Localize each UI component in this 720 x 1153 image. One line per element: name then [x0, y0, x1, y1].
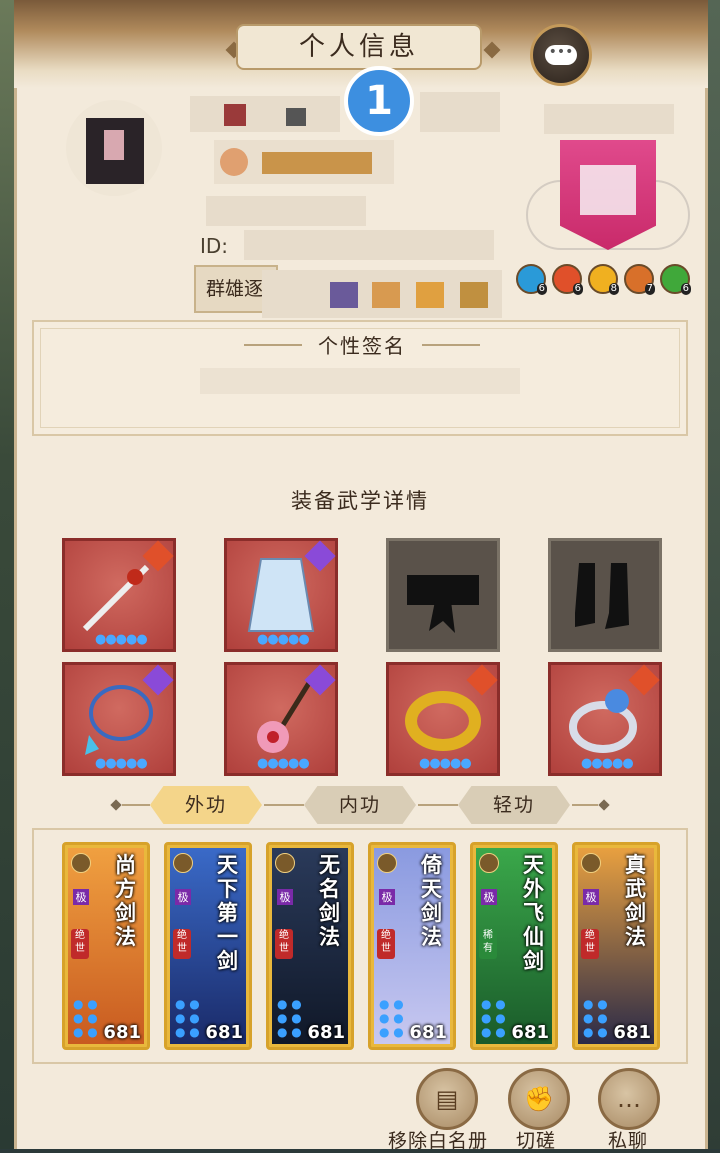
skill-card[interactable]: 极 绝世 无名剑法 ● ● ● ● ● ● 681 — [266, 842, 354, 1050]
emblem-symbol-icon — [580, 165, 636, 215]
wood-orb-icon: 6 — [660, 264, 691, 295]
skill-rarity: 绝世 — [173, 929, 191, 959]
skill-card[interactable]: 极 绝世 倚天剑法 ● ● ● ● ● ● 681 — [368, 842, 456, 1050]
skill-name: 真武剑法 — [625, 853, 646, 949]
equip-slot-necklace[interactable]: ●●●●● — [62, 662, 176, 776]
equip-slot-belt[interactable] — [386, 538, 500, 652]
skill-rarity: 稀有 — [479, 929, 497, 959]
enhance-stars: ●●●●● — [581, 756, 634, 771]
skill-card[interactable]: 极 稀有 天外飞仙剑 ● ● ● ● ● ● 681 — [470, 842, 558, 1050]
grade-emblem-icon — [71, 853, 91, 873]
name-pixel — [224, 104, 246, 126]
equip-slot-ring[interactable]: ●●●●● — [548, 662, 662, 776]
avatar-face — [104, 130, 124, 160]
grade-emblem-icon — [581, 853, 601, 873]
skill-level: 681 — [409, 1022, 447, 1043]
tab-external[interactable]: 外功 — [150, 786, 262, 824]
tab-divider — [418, 804, 458, 806]
grade-emblem-icon — [173, 853, 193, 873]
equip-slot-hairpin[interactable]: ●●●●● — [224, 662, 338, 776]
skill-level: 681 — [511, 1022, 549, 1043]
chat-icon: … — [617, 1085, 641, 1113]
skill-tier: 极 — [583, 889, 599, 905]
skill-level: 681 — [205, 1022, 243, 1043]
equipment-section-title: 装备武学详情 — [291, 489, 429, 513]
skill-rarity: 绝世 — [71, 929, 89, 959]
skill-card[interactable]: 极 绝世 天下第一剑 ● ● ● ● ● ● 681 — [164, 842, 252, 1050]
chat-bubble-button[interactable]: ••• — [530, 24, 592, 86]
enhance-stars: ●●●●● — [419, 756, 472, 771]
enhance-stars: ●●●●● — [257, 756, 310, 771]
skill-tier: 极 — [175, 889, 191, 905]
player-id-obscured — [244, 230, 494, 260]
level-badge: 1 — [344, 66, 414, 136]
signature-divider-right — [422, 344, 480, 346]
grade-emblem-icon — [275, 853, 295, 873]
skill-tier: 极 — [379, 889, 395, 905]
equip-slot-sword[interactable]: ●●●●● — [62, 538, 176, 652]
skill-name: 天下第一剑 — [217, 853, 238, 973]
tab-lightness[interactable]: 轻功 — [458, 786, 570, 824]
sun-orb-icon: 8 — [588, 264, 619, 295]
tab-divider — [122, 804, 150, 806]
skill-tier: 极 — [73, 889, 89, 905]
attribute-orbs: 6 6 8 7 6 — [516, 264, 696, 295]
grade-emblem-icon — [479, 853, 499, 873]
skill-rarity: 绝世 — [377, 929, 395, 959]
badge-pixel — [416, 282, 444, 308]
belt-icon — [407, 575, 479, 633]
skill-name: 尚方剑法 — [115, 853, 136, 949]
player-id-label: ID: — [200, 234, 229, 258]
server-name-obscured — [544, 104, 674, 134]
skill-level: 681 — [307, 1022, 345, 1043]
badge-pixel — [372, 282, 400, 308]
flame-orb-icon: 7 — [624, 264, 655, 295]
skill-level: 681 — [103, 1022, 141, 1043]
page-title: 个人信息 — [236, 24, 482, 70]
skill-level: 681 — [613, 1022, 651, 1043]
skill-name: 倚天剑法 — [421, 853, 442, 949]
skill-rarity: 绝世 — [581, 929, 599, 959]
skill-name: 无名剑法 — [319, 853, 340, 949]
skill-tier: 极 — [277, 889, 293, 905]
player-name-obscured — [190, 96, 340, 132]
spar-button[interactable]: ✊ — [508, 1068, 570, 1130]
chat-bubble-icon: ••• — [545, 45, 577, 65]
signature-title: 个性签名 — [318, 334, 406, 358]
name-suffix-obscured — [420, 92, 500, 132]
skill-rarity: 绝世 — [275, 929, 293, 959]
background-right — [708, 0, 720, 1149]
grade-emblem-icon — [377, 853, 397, 873]
fire-orb-icon: 6 — [552, 264, 583, 295]
private-chat-button[interactable]: … — [598, 1068, 660, 1130]
equip-slot-boots[interactable] — [548, 538, 662, 652]
tab-divider — [264, 804, 304, 806]
skill-card[interactable]: 极 绝世 尚方剑法 ● ● ● ● ● ● 681 — [62, 842, 150, 1050]
water-orb-icon: 6 — [516, 264, 547, 295]
avatar[interactable] — [66, 100, 162, 196]
badge-pixel — [330, 282, 358, 308]
equip-slot-robe[interactable]: ●●●●● — [224, 538, 338, 652]
enhance-stars: ●●●●● — [257, 632, 310, 647]
name-pixel — [286, 108, 306, 126]
fist-icon: ✊ — [524, 1085, 554, 1113]
boots-icon — [575, 563, 629, 629]
tab-internal[interactable]: 内功 — [304, 786, 416, 824]
enhance-stars: ●●●●● — [95, 756, 148, 771]
title-pixel — [262, 152, 372, 174]
remove-whitelist-button[interactable]: ▤ — [416, 1068, 478, 1130]
skill-card[interactable]: 极 绝世 真武剑法 ● ● ● ● ● ● 681 — [572, 842, 660, 1050]
realm-obscured — [206, 196, 366, 226]
signature-text-obscured — [200, 368, 520, 394]
skill-name: 天外飞仙剑 — [523, 853, 544, 973]
title-icon — [220, 148, 248, 176]
skill-tier: 极 — [481, 889, 497, 905]
equip-slot-bracelet[interactable]: ●●●●● — [386, 662, 500, 776]
enhance-stars: ●●●●● — [95, 632, 148, 647]
badge-pixel — [460, 282, 488, 308]
tab-divider — [572, 804, 598, 806]
book-icon: ▤ — [435, 1085, 459, 1113]
